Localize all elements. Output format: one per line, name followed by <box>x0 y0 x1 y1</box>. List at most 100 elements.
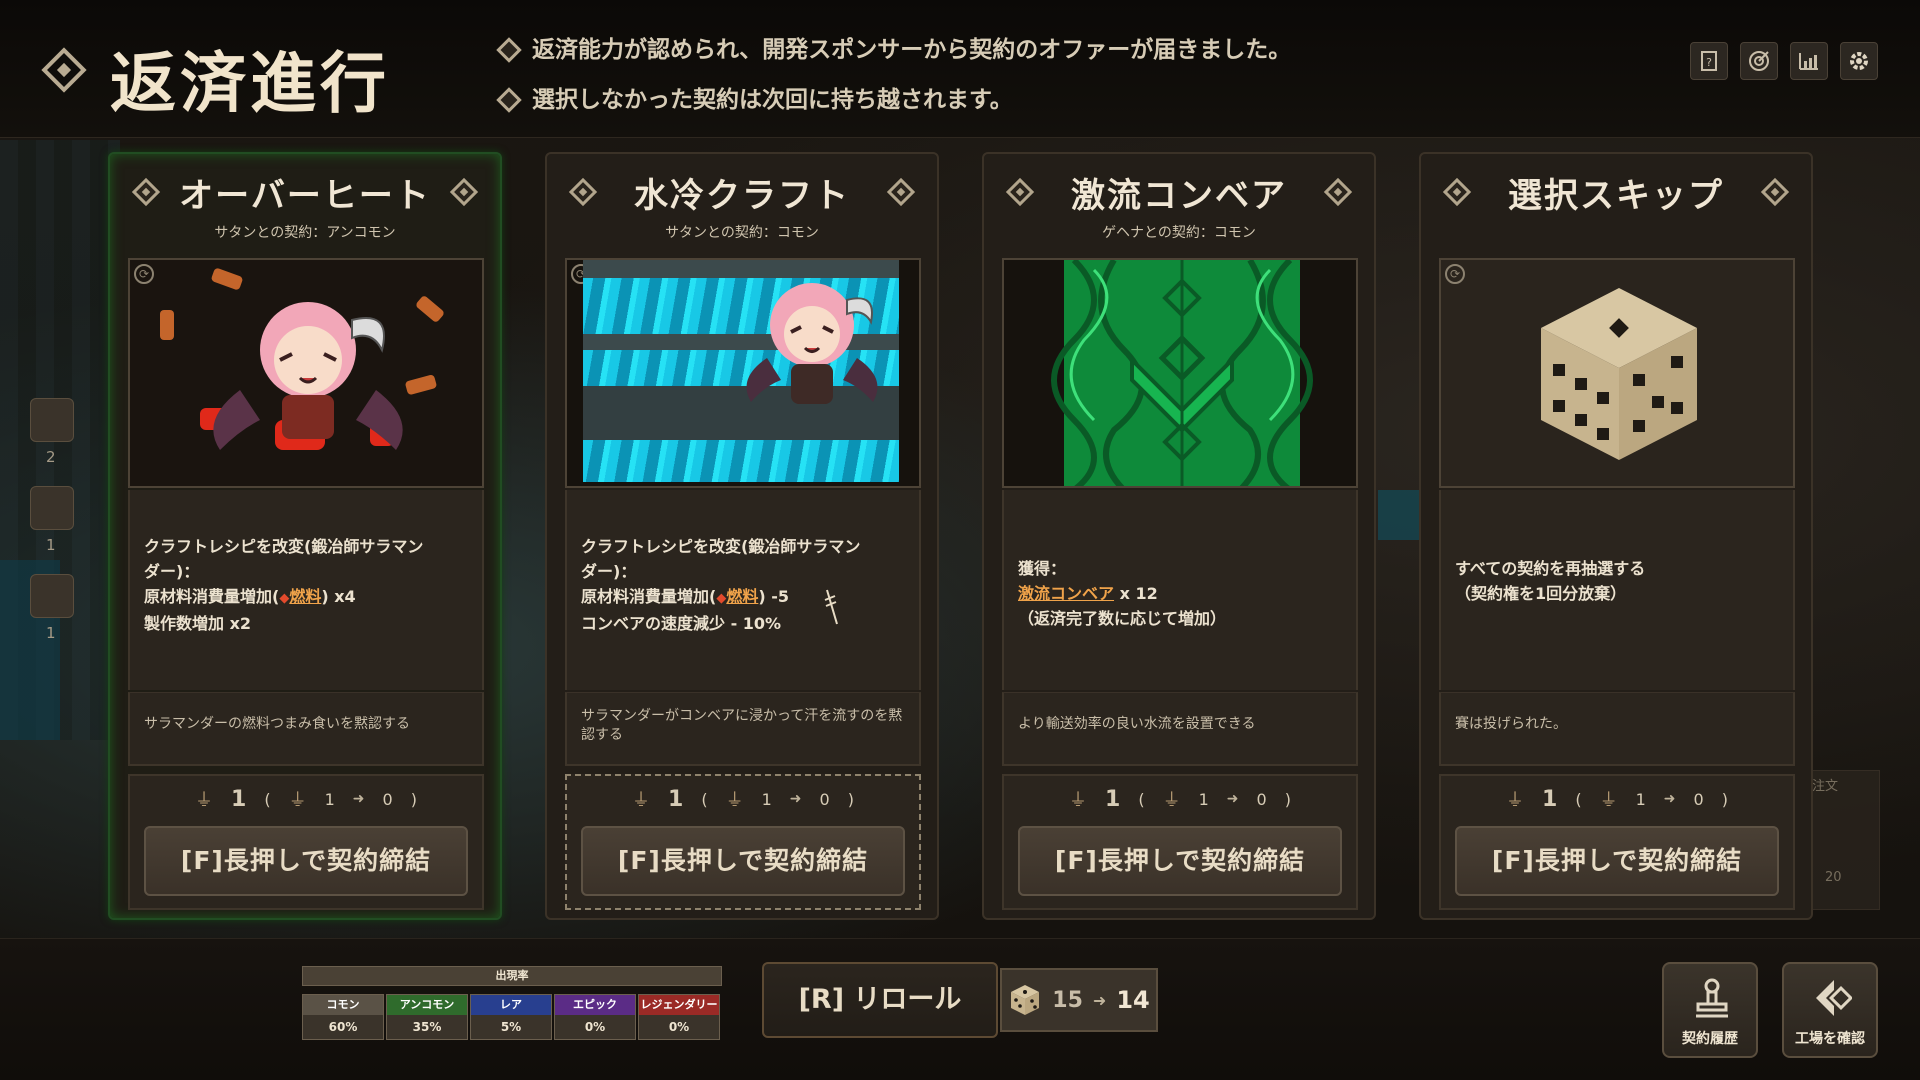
sign-contract-button[interactable]: [F]長押しで契約締結 <box>1018 826 1342 896</box>
card-title: 水冷クラフト <box>634 176 850 216</box>
stamp-icon: ⏚ <box>1506 790 1525 811</box>
refresh-icon: ⟳ <box>1445 264 1465 284</box>
inventory-count: 2 <box>46 448 56 466</box>
inventory-slot <box>30 398 74 442</box>
page-title: 返済進行 <box>110 45 390 122</box>
rarity-label: レア <box>471 995 551 1015</box>
card-title: 選択スキップ <box>1508 176 1724 216</box>
card-subtitle: サタンとの契約：コモン <box>665 225 819 241</box>
desc-line: クラフトレシピを改変(鍛冶師サラマン <box>581 537 861 556</box>
cost-after: 0 <box>1693 789 1704 809</box>
desc-line: 激流コンベア x 12 <box>1018 581 1342 606</box>
history-label: 契約履歴 <box>1682 1031 1738 1047</box>
desc-text: ) -5 <box>758 587 789 606</box>
help-button[interactable]: ? <box>1690 42 1728 80</box>
inventory-slot <box>30 574 74 618</box>
cost-value: 1 <box>231 786 247 812</box>
arrow-icon: ➜ <box>352 791 365 807</box>
inventory-count: 1 <box>46 536 56 554</box>
rarity-value: 0% <box>584 1020 606 1034</box>
contract-card-water-cooled-craft[interactable]: 水冷クラフト サタンとの契約：コモン ⟳ クラフトレシピを改変(鍛冶師サラマン … <box>545 152 939 920</box>
cost-value: 1 <box>1105 786 1121 812</box>
fuel-link[interactable]: 燃料 <box>289 587 321 606</box>
paren: ( <box>701 789 708 809</box>
sign-contract-button[interactable]: [F]長押しで契約締結 <box>581 826 905 896</box>
desc-text: 原材料消費量増加( <box>144 587 280 606</box>
desc-line: 原材料消費量増加(◆燃料) x4 <box>144 584 468 611</box>
stamp-icon: ⏚ <box>1599 790 1618 811</box>
svg-text:?: ? <box>1706 56 1712 69</box>
contract-card-torrent-conveyor[interactable]: 激流コンベア ゲヘナとの契約：コモン 獲得： 激流コンベア x 12 （返済完了… <box>982 152 1376 920</box>
card-title: 激流コンベア <box>1071 176 1287 216</box>
rarity-value: 0% <box>668 1020 690 1034</box>
stamp-icon: ⏚ <box>725 790 744 811</box>
back-arrow-icon <box>1816 980 1852 1016</box>
diamond-icon <box>41 47 87 93</box>
sign-contract-button[interactable]: [F]長押しで契約締結 <box>144 826 468 896</box>
inventory-count: 1 <box>46 624 56 642</box>
card-action: ⏚ 1 ( ⏚ 1 ➜ 0 ) [F]長押しで契約締結 <box>1439 774 1795 910</box>
fuel-link[interactable]: 燃料 <box>726 587 758 606</box>
desc-line: ダー)： <box>144 562 200 581</box>
sign-contract-button[interactable]: [F]長押しで契約締結 <box>1455 826 1779 896</box>
cost-current: 1 <box>761 789 772 809</box>
goal-button[interactable] <box>1740 42 1778 80</box>
conveyor-link[interactable]: 激流コンベア <box>1018 584 1114 603</box>
view-factory-button[interactable]: 工場を確認 <box>1782 962 1878 1058</box>
stamp-icon: ⏚ <box>1069 790 1088 811</box>
rarity-label: レジェンダリー <box>639 995 719 1015</box>
stamp-icon: ⏚ <box>632 790 651 811</box>
cost-current: 1 <box>324 789 335 809</box>
contract-cost: ⏚ 1 ( ⏚ 1 ➜ 0 ) <box>567 786 919 812</box>
card-subtitle: サタンとの契約：アンコモン <box>214 225 396 241</box>
desc-line: コンベアの速度減少 - 10% <box>581 614 782 633</box>
stamp-icon: ⏚ <box>195 790 214 811</box>
dice-icon <box>1011 985 1040 1015</box>
order-count: 20 <box>1825 870 1842 885</box>
card-illustration: ⟳ <box>565 258 921 488</box>
rarity-value: 5% <box>500 1020 522 1034</box>
rarity-value: 60% <box>328 1020 358 1034</box>
desc-text: x 12 <box>1114 584 1158 603</box>
stats-icon <box>1799 53 1818 70</box>
arrow-icon: ➜ <box>1092 990 1107 1010</box>
desc-line: 原材料消費量増加(◆燃料) -5 <box>581 584 905 611</box>
cost-value: 1 <box>1542 786 1558 812</box>
contract-history-button[interactable]: 契約履歴 <box>1662 962 1758 1058</box>
flavor-text: サラマンダーがコンベアに浸かって汗を流すのを黙認する <box>581 708 903 743</box>
stamp-icon <box>1696 978 1728 1018</box>
cost-value: 1 <box>668 786 684 812</box>
header-message-text: 返済能力が認められ、開発スポンサーから契約のオファーが届きました。 <box>532 37 1292 63</box>
settings-button[interactable] <box>1840 42 1878 80</box>
card-subtitle: ゲヘナとの契約：コモン <box>1102 225 1256 241</box>
card-illustration: ⟳ <box>1439 258 1795 488</box>
contract-cost: ⏚ 1 ( ⏚ 1 ➜ 0 ) <box>130 786 482 812</box>
rarity-rate-uncommon: アンコモン 35% <box>386 994 468 1040</box>
arrow-icon: ➜ <box>1226 791 1239 807</box>
target-icon <box>1749 51 1769 71</box>
fuel-icon: ◆ <box>279 591 290 606</box>
torrent-conveyor-illustration <box>1004 260 1356 486</box>
rarity-label: アンコモン <box>387 995 467 1015</box>
reroll-button[interactable]: [R] リロール <box>762 962 998 1038</box>
card-title: オーバーヒート <box>179 176 431 216</box>
cost-current: 1 <box>1635 789 1646 809</box>
rarity-rate-legendary: レジェンダリー 0% <box>638 994 720 1040</box>
fuel-icon: ◆ <box>716 591 727 606</box>
desc-text: ) x4 <box>321 587 356 606</box>
flavor-text: より輸送効率の良い水流を設置できる <box>1018 716 1256 732</box>
rarity-label: コモン <box>303 995 383 1015</box>
inventory-slot <box>30 486 74 530</box>
stamp-icon: ⏚ <box>1162 790 1181 811</box>
cost-after: 0 <box>819 789 830 809</box>
card-flavor: サラマンダーの燃料つまみ食いを黙認する <box>128 692 484 766</box>
cost-after: 0 <box>1256 789 1267 809</box>
card-flavor: より輸送効率の良い水流を設置できる <box>1002 692 1358 766</box>
paren: ) <box>1284 789 1291 809</box>
contract-card-skip-selection[interactable]: 選択スキップ ⟳ すべての契約を再抽選する （契約権を1回分放棄） 賽は投げられ… <box>1419 152 1813 920</box>
contract-card-overheat[interactable]: オーバーヒート サタンとの契約：アンコモン ⟳ クラフトレシピを改変(鍛冶師サラ… <box>108 152 502 920</box>
card-flavor: サラマンダーがコンベアに浸かって汗を流すのを黙認する <box>565 692 921 766</box>
cost-after: 0 <box>382 789 393 809</box>
stats-button[interactable] <box>1790 42 1828 80</box>
desc-text: 原材料消費量増加( <box>581 587 717 606</box>
